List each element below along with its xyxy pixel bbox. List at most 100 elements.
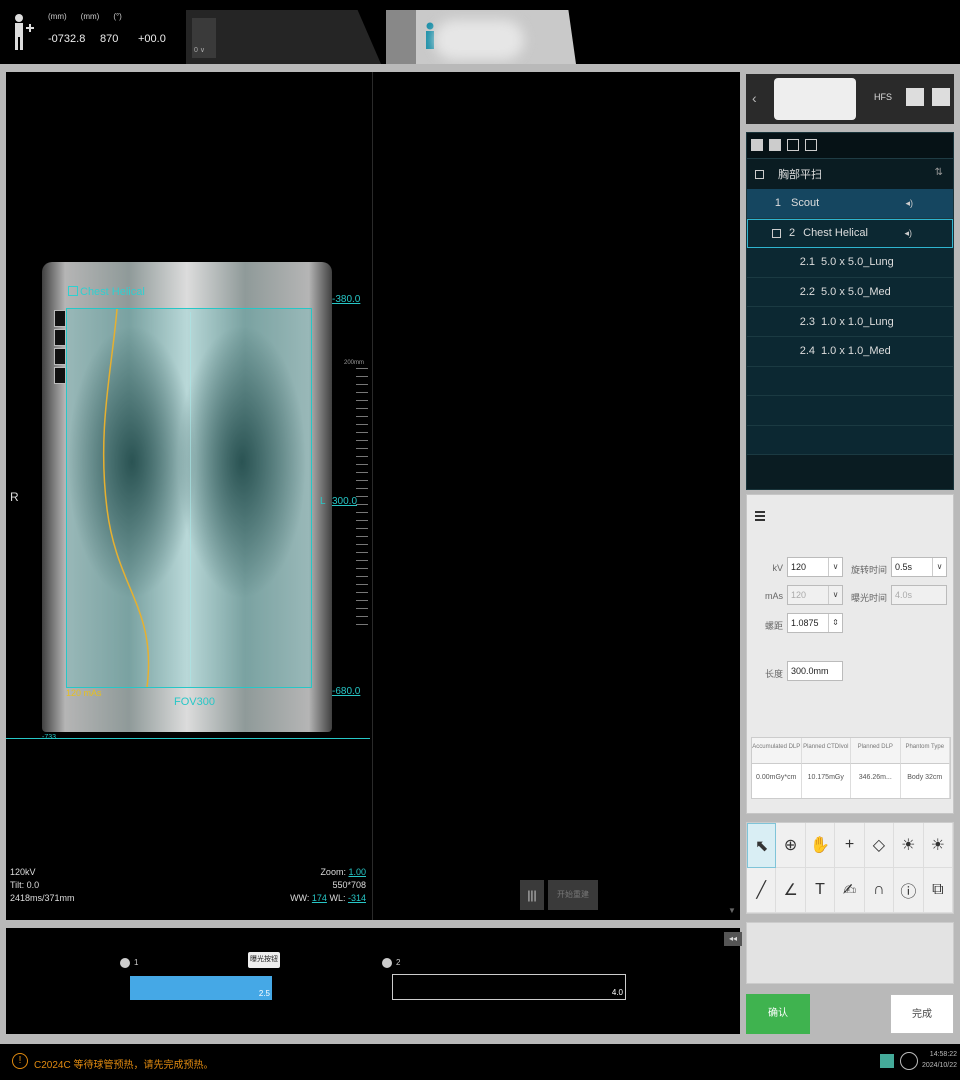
side-button-1[interactable] [54, 310, 66, 327]
scan-range-box[interactable] [66, 308, 312, 688]
confirm-button[interactable]: 确认 [746, 994, 810, 1034]
tab-patient-list[interactable]: 0 ∨ [186, 10, 381, 64]
recon-row[interactable]: 2.3 1.0 x 1.0_Lung [747, 307, 953, 337]
status-bar: ! C2024C 等待球管预热，请先完成预热。 14:58:22 2024/10… [0, 1044, 960, 1080]
pitch-stepper[interactable]: 1.0875 ⇕ [787, 613, 843, 633]
side-button-4[interactable] [54, 367, 66, 384]
freehand-icon[interactable]: ✍ [835, 868, 865, 913]
side-button-3[interactable] [54, 348, 66, 365]
mas-value: 120 [791, 590, 807, 600]
patient-on-table-icon [774, 78, 856, 120]
pan-hand-icon[interactable]: ✋ [805, 823, 836, 868]
start-recon-button[interactable]: 开始重建 [548, 880, 598, 910]
range-mid-position[interactable]: 300.0 [332, 496, 357, 507]
wl-value[interactable]: -314 [348, 893, 366, 903]
tab-current-patient[interactable] [386, 10, 576, 64]
scroll-down-icon[interactable]: ▼ [728, 906, 736, 915]
scout-progress-bar[interactable]: 2.5 [130, 976, 272, 1000]
dose-value: 0.00mGy*cm [752, 764, 802, 798]
auto-window-icon[interactable]: ☀ [923, 823, 953, 868]
wl-label: WL: [329, 893, 346, 903]
stepper-arrows-icon[interactable]: ⇕ [828, 614, 842, 632]
recon-number: 2.2 [799, 286, 815, 299]
volume-icon[interactable] [900, 1052, 918, 1070]
filter-tab-icon[interactable] [805, 139, 817, 151]
sort-icon[interactable]: ⇅ [935, 167, 943, 178]
ww-value[interactable]: 174 [312, 893, 327, 903]
warning-icon: ! [12, 1053, 28, 1069]
top-bar: (mm) (mm) (°) -0732.8 870 +00.0 0 ∨ [0, 0, 960, 66]
edit-tab-icon[interactable] [751, 139, 763, 151]
row-name: Chest Helical [803, 227, 868, 240]
image-viewer[interactable]: Chest Helical -380.0 L 300.0 -680.0 200m… [6, 72, 740, 920]
patient-entry-icon[interactable] [12, 12, 38, 52]
mas-field: 120 ∨ [787, 585, 843, 605]
back-arrow-icon[interactable]: ‹ [752, 90, 757, 106]
recon-name: 5.0 x 5.0_Med [821, 286, 891, 299]
warning-message: C2024C 等待球管预热，请先完成预热。 [34, 1060, 214, 1071]
recon-number: 2.3 [799, 315, 815, 328]
range-top-position[interactable]: -380.0 [332, 294, 360, 305]
collapse-icon[interactable] [755, 169, 764, 179]
image-info-right: Zoom: 1.00 550*708 WW: 174 WL: -314 [266, 866, 366, 905]
mas-tag: 120 mAs [66, 688, 102, 698]
line-measure-icon[interactable]: ╱ [747, 868, 777, 913]
pitch-label: 螺距 [764, 621, 783, 631]
action-area [746, 922, 954, 984]
coord-head-2: (mm) [80, 12, 100, 21]
voice-icon[interactable]: ◂) [905, 198, 913, 209]
done-button[interactable]: 完成 [890, 994, 954, 1034]
text-annotation-icon[interactable]: T [805, 868, 836, 913]
zoom-icon[interactable]: ⊕ [776, 823, 806, 868]
table-line [6, 738, 370, 739]
menu-icon[interactable] [755, 511, 765, 521]
info-icon[interactable]: ⓘ [894, 868, 924, 913]
recon-tab-icon[interactable] [769, 139, 781, 151]
protocol-row-helical[interactable]: 2 Chest Helical ◂) [747, 218, 953, 249]
kv-select[interactable]: 120 ∨ [787, 557, 843, 577]
recon-row[interactable]: 2.4 1.0 x 1.0_Med [747, 336, 953, 367]
angle-measure-icon[interactable]: ∠ [776, 868, 806, 913]
recon-row[interactable]: 2.1 5.0 x 5.0_Lung [747, 248, 953, 278]
scan-timeline: ◂◂ 1 曝光按钮 2.5 2 4.0 [6, 928, 742, 1034]
chevron-down-icon: ∨ [932, 558, 946, 576]
window-level-icon[interactable]: ☀ [894, 823, 924, 868]
rotation-select[interactable]: 0.5s ∨ [891, 557, 947, 577]
copy-icon[interactable]: ⧉ [923, 868, 953, 913]
tilt-info: Tilt: 0.0 [10, 880, 40, 890]
table-icon[interactable] [906, 88, 924, 106]
curve-icon[interactable]: ∩ [864, 868, 895, 913]
empty-row [747, 425, 953, 456]
mas-label: mAs [765, 591, 783, 601]
step-1-dot[interactable] [120, 958, 130, 968]
copy-tab-icon[interactable] [787, 139, 799, 151]
network-icon[interactable] [880, 1054, 894, 1068]
scan-type-icon [68, 286, 78, 296]
voice-icon[interactable]: ◂) [904, 228, 912, 239]
camera-icon[interactable] [932, 88, 950, 106]
recon-number: 2.4 [799, 345, 815, 358]
helical-progress-bar[interactable]: 4.0 [392, 974, 626, 1000]
side-button-2[interactable] [54, 329, 66, 346]
rotation-label: 旋转时间 [850, 565, 887, 575]
range-bottom-position[interactable]: -680.0 [332, 686, 360, 697]
protocol-row-scout[interactable]: 1 Scout ◂) [747, 189, 953, 219]
layout-button[interactable]: ||| [520, 880, 544, 910]
dose-value: 10.175mGy [801, 764, 851, 798]
rotate-icon[interactable]: ◇ [864, 823, 895, 868]
step-2-dot[interactable] [382, 958, 392, 968]
recon-row[interactable]: 2.2 5.0 x 5.0_Med [747, 277, 953, 308]
zoom-value[interactable]: 1.00 [348, 867, 366, 877]
exposure-time-label: 曝光时间 [850, 593, 887, 603]
protocol-header[interactable]: 胸部平扫 ⇅ [747, 159, 953, 189]
collapse-icon[interactable] [772, 228, 781, 238]
protocol-name: 胸部平扫 [778, 169, 822, 181]
scout-duration: 2.5 [258, 989, 270, 998]
length-field[interactable]: 300.0mm [787, 661, 843, 681]
crosshair-icon[interactable]: + [835, 823, 865, 868]
pointer-icon[interactable]: ⬉ [747, 823, 777, 868]
couch-position-readout: (mm) (mm) (°) -0732.8 870 +00.0 [48, 12, 166, 45]
date: 2024/10/22 [922, 1062, 958, 1069]
collapse-button[interactable]: ◂◂ [724, 932, 742, 946]
exposure-time-field: 4.0s [891, 585, 947, 605]
